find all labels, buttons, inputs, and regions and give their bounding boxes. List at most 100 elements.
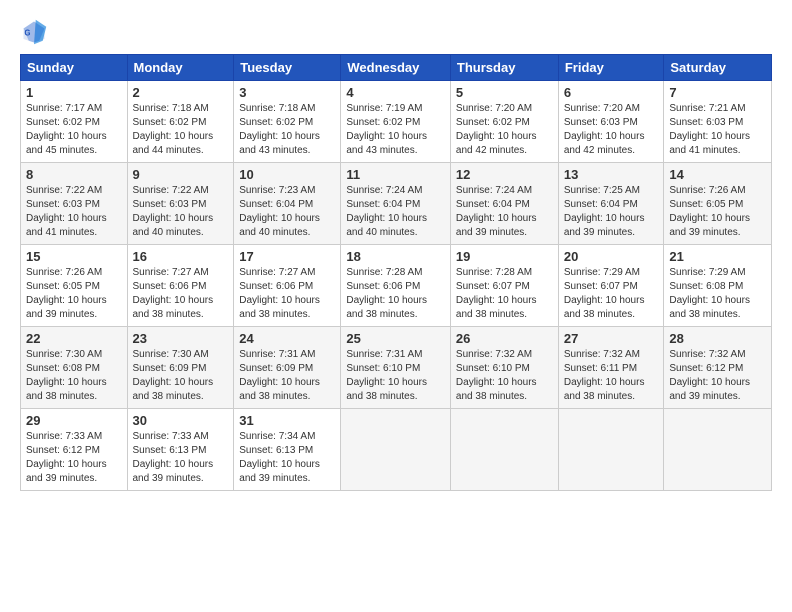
page: G SundayMondayTuesdayWednesdayThursdayFr… [0,0,792,501]
day-number: 31 [239,413,335,428]
day-info: Sunrise: 7:19 AM Sunset: 6:02 PM Dayligh… [346,102,445,158]
calendar-cell [450,409,558,491]
day-info: Sunrise: 7:30 AM Sunset: 6:08 PM Dayligh… [26,348,122,404]
day-number: 25 [346,331,445,346]
day-header-thursday: Thursday [450,55,558,81]
day-info: Sunrise: 7:22 AM Sunset: 6:03 PM Dayligh… [26,184,122,240]
day-number: 21 [669,249,766,264]
day-header-wednesday: Wednesday [341,55,451,81]
calendar-cell: 29Sunrise: 7:33 AM Sunset: 6:12 PM Dayli… [21,409,128,491]
day-number: 7 [669,85,766,100]
day-info: Sunrise: 7:29 AM Sunset: 6:07 PM Dayligh… [564,266,659,322]
calendar-cell [664,409,772,491]
calendar-cell: 5 Sunrise: 7:20 AM Sunset: 6:02 PM Daylig… [450,81,558,163]
calendar-week-row: 22 Sunrise: 7:30 AM Sunset: 6:08 PM Dayli… [21,327,772,409]
calendar-cell: 21 Sunrise: 7:29 AM Sunset: 6:08 PM Dayli… [664,245,772,327]
day-number: 19 [456,249,553,264]
day-info: Sunrise: 7:26 AM Sunset: 6:05 PM Dayligh… [26,266,122,322]
calendar-week-row: 15 Sunrise: 7:26 AM Sunset: 6:05 PM Dayli… [21,245,772,327]
day-info: Sunrise: 7:17 AM Sunset: 6:02 PM Dayligh… [26,102,122,158]
day-number: 8 [26,167,122,182]
calendar-cell: 25 Sunrise: 7:31 AM Sunset: 6:10 PM Dayli… [341,327,451,409]
calendar-cell: 15 Sunrise: 7:26 AM Sunset: 6:05 PM Dayli… [21,245,128,327]
calendar-cell: 16Sunrise: 7:27 AM Sunset: 6:06 PM Dayli… [127,245,234,327]
day-number: 23 [133,331,229,346]
calendar-week-row: 1 Sunrise: 7:17 AM Sunset: 6:02 PM Daylig… [21,81,772,163]
logo-icon: G [20,18,48,46]
calendar-cell: 26 Sunrise: 7:32 AM Sunset: 6:10 PM Dayli… [450,327,558,409]
day-info: Sunrise: 7:20 AM Sunset: 6:02 PM Dayligh… [456,102,553,158]
calendar-cell: 11 Sunrise: 7:24 AM Sunset: 6:04 PM Dayli… [341,163,451,245]
day-number: 30 [133,413,229,428]
day-info: Sunrise: 7:32 AM Sunset: 6:11 PM Dayligh… [564,348,659,404]
logo: G [20,18,50,46]
calendar-cell: 24 Sunrise: 7:31 AM Sunset: 6:09 PM Dayli… [234,327,341,409]
calendar-cell: 12 Sunrise: 7:24 AM Sunset: 6:04 PM Dayli… [450,163,558,245]
calendar-cell: 23 Sunrise: 7:30 AM Sunset: 6:09 PM Dayli… [127,327,234,409]
day-info: Sunrise: 7:21 AM Sunset: 6:03 PM Dayligh… [669,102,766,158]
calendar-cell: 4 Sunrise: 7:19 AM Sunset: 6:02 PM Daylig… [341,81,451,163]
day-info: Sunrise: 7:28 AM Sunset: 6:07 PM Dayligh… [456,266,553,322]
day-info: Sunrise: 7:28 AM Sunset: 6:06 PM Dayligh… [346,266,445,322]
day-number: 22 [26,331,122,346]
calendar-cell [341,409,451,491]
calendar-cell: 27 Sunrise: 7:32 AM Sunset: 6:11 PM Dayli… [558,327,664,409]
day-number: 12 [456,167,553,182]
day-header-saturday: Saturday [664,55,772,81]
calendar-table: SundayMondayTuesdayWednesdayThursdayFrid… [20,54,772,491]
day-number: 27 [564,331,659,346]
day-info: Sunrise: 7:18 AM Sunset: 6:02 PM Dayligh… [133,102,229,158]
day-header-sunday: Sunday [21,55,128,81]
day-info: Sunrise: 7:20 AM Sunset: 6:03 PM Dayligh… [564,102,659,158]
day-info: Sunrise: 7:29 AM Sunset: 6:08 PM Dayligh… [669,266,766,322]
day-number: 3 [239,85,335,100]
calendar-cell: 10 Sunrise: 7:23 AM Sunset: 6:04 PM Dayli… [234,163,341,245]
day-number: 28 [669,331,766,346]
day-info: Sunrise: 7:18 AM Sunset: 6:02 PM Dayligh… [239,102,335,158]
day-number: 15 [26,249,122,264]
calendar-cell: 22 Sunrise: 7:30 AM Sunset: 6:08 PM Dayli… [21,327,128,409]
day-info: Sunrise: 7:33 AM Sunset: 6:12 PM Dayligh… [26,430,122,486]
day-info: Sunrise: 7:32 AM Sunset: 6:10 PM Dayligh… [456,348,553,404]
day-number: 4 [346,85,445,100]
day-header-tuesday: Tuesday [234,55,341,81]
day-info: Sunrise: 7:31 AM Sunset: 6:09 PM Dayligh… [239,348,335,404]
day-number: 10 [239,167,335,182]
day-number: 11 [346,167,445,182]
calendar-week-row: 8 Sunrise: 7:22 AM Sunset: 6:03 PM Daylig… [21,163,772,245]
calendar-cell: 8 Sunrise: 7:22 AM Sunset: 6:03 PM Daylig… [21,163,128,245]
day-number: 5 [456,85,553,100]
day-info: Sunrise: 7:32 AM Sunset: 6:12 PM Dayligh… [669,348,766,404]
day-info: Sunrise: 7:25 AM Sunset: 6:04 PM Dayligh… [564,184,659,240]
calendar-cell: 18Sunrise: 7:28 AM Sunset: 6:06 PM Dayli… [341,245,451,327]
day-info: Sunrise: 7:24 AM Sunset: 6:04 PM Dayligh… [346,184,445,240]
day-info: Sunrise: 7:27 AM Sunset: 6:06 PM Dayligh… [133,266,229,322]
calendar-cell: 2 Sunrise: 7:18 AM Sunset: 6:02 PM Daylig… [127,81,234,163]
calendar-cell: 30 Sunrise: 7:33 AM Sunset: 6:13 PM Dayli… [127,409,234,491]
calendar-cell: 3 Sunrise: 7:18 AM Sunset: 6:02 PM Daylig… [234,81,341,163]
day-info: Sunrise: 7:24 AM Sunset: 6:04 PM Dayligh… [456,184,553,240]
day-number: 20 [564,249,659,264]
day-number: 26 [456,331,553,346]
day-number: 2 [133,85,229,100]
calendar-cell: 1 Sunrise: 7:17 AM Sunset: 6:02 PM Daylig… [21,81,128,163]
day-info: Sunrise: 7:26 AM Sunset: 6:05 PM Dayligh… [669,184,766,240]
day-info: Sunrise: 7:30 AM Sunset: 6:09 PM Dayligh… [133,348,229,404]
day-info: Sunrise: 7:33 AM Sunset: 6:13 PM Dayligh… [133,430,229,486]
day-info: Sunrise: 7:34 AM Sunset: 6:13 PM Dayligh… [239,430,335,486]
day-number: 24 [239,331,335,346]
day-info: Sunrise: 7:22 AM Sunset: 6:03 PM Dayligh… [133,184,229,240]
calendar-cell [558,409,664,491]
calendar-cell: 31 Sunrise: 7:34 AM Sunset: 6:13 PM Dayli… [234,409,341,491]
day-number: 9 [133,167,229,182]
calendar-cell: 17Sunrise: 7:27 AM Sunset: 6:06 PM Dayli… [234,245,341,327]
day-number: 1 [26,85,122,100]
svg-text:G: G [24,29,30,38]
day-header-friday: Friday [558,55,664,81]
day-info: Sunrise: 7:23 AM Sunset: 6:04 PM Dayligh… [239,184,335,240]
calendar-cell: 14Sunrise: 7:26 AM Sunset: 6:05 PM Dayli… [664,163,772,245]
calendar-cell: 20 Sunrise: 7:29 AM Sunset: 6:07 PM Dayli… [558,245,664,327]
day-info: Sunrise: 7:31 AM Sunset: 6:10 PM Dayligh… [346,348,445,404]
calendar-cell: 13 Sunrise: 7:25 AM Sunset: 6:04 PM Dayli… [558,163,664,245]
day-number: 13 [564,167,659,182]
